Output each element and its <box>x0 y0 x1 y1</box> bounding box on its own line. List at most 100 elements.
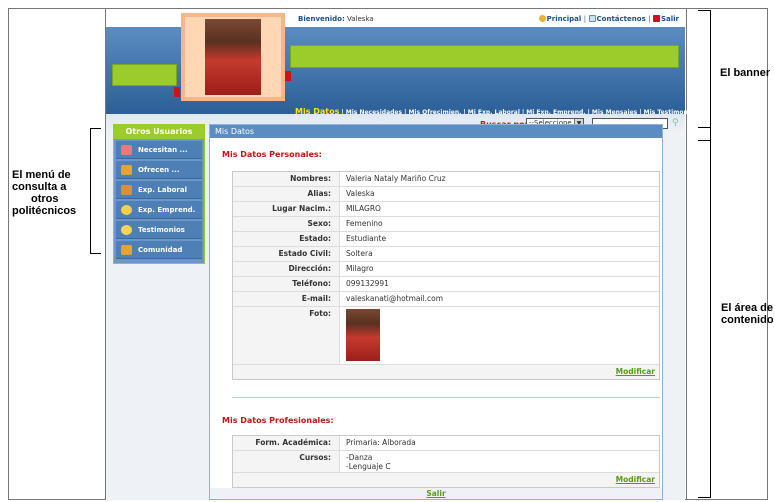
modify-personal-link[interactable]: Modificar <box>616 367 655 376</box>
sidebar-item-label: Exp. Emprend. <box>138 206 196 214</box>
annotation-menu-line: consulta a <box>12 181 67 193</box>
user-photo <box>346 309 380 361</box>
sidebar-item-comunidad[interactable]: Comunidad <box>116 241 202 259</box>
field-value <box>340 307 659 364</box>
field-label: Teléfono: <box>233 277 340 291</box>
table-row: Modificar <box>233 473 659 487</box>
annotation-menu-line: politécnicos <box>12 205 77 217</box>
people-icon <box>121 145 132 155</box>
table-row: Modificar <box>233 365 659 379</box>
welcome-user: Valeska <box>347 15 374 23</box>
table-row: Dirección: Milagro <box>233 262 659 277</box>
table-row: Nombres: Valeria Nataly Mariño Cruz <box>233 172 659 187</box>
personal-data-table: Nombres: Valeria Nataly Mariño Cruz Alias… <box>232 171 660 380</box>
annotation-content-line: El área de <box>721 302 773 314</box>
banner-green-bar-left <box>112 64 177 86</box>
field-value: Primaria: Alborada <box>340 436 659 450</box>
welcome-label: Bienvenido: <box>298 15 345 23</box>
table-row: Lugar Nacim.: MILAGRO <box>233 202 659 217</box>
content-footer: Salir <box>210 488 662 499</box>
annotation-banner: El banner <box>720 67 771 79</box>
speech-icon <box>121 225 132 235</box>
banner-red-accent <box>285 71 291 81</box>
sidebar-item-label: Necesitan ... <box>138 146 188 154</box>
sidebar-item-exp-laboral[interactable]: Exp. Laboral <box>116 181 202 199</box>
sidebar-item-label: Ofrecen ... <box>138 166 180 174</box>
field-label: Sexo: <box>233 217 340 231</box>
field-label: Form. Académica: <box>233 436 340 450</box>
sidebar-item-label: Exp. Laboral <box>138 186 187 194</box>
banner-green-bar-right <box>290 45 679 68</box>
field-label: Estado: <box>233 232 340 246</box>
folder-icon <box>121 185 132 195</box>
field-label: E-mail: <box>233 292 340 306</box>
annotation-menu: El menú de consulta a otros politécnicos <box>12 169 76 217</box>
top-links: Principal | Contáctenos | Salir <box>538 15 679 23</box>
table-row: Teléfono: 099132991 <box>233 277 659 292</box>
exit-link[interactable]: Salir <box>426 489 445 498</box>
link-contactenos[interactable]: Contáctenos <box>597 15 646 23</box>
field-label: Dirección: <box>233 262 340 276</box>
table-row: Estado: Estudiante <box>233 232 659 247</box>
content-bracket <box>698 127 711 498</box>
menu-bracket <box>90 128 101 254</box>
sidebar-item-testimonios[interactable]: Testimonios <box>116 221 202 239</box>
field-value: Milagro <box>340 262 659 276</box>
sidebar-menu: Otros Usuarios Necesitan ... Ofrecen ...… <box>113 124 205 264</box>
table-row: Estado Civil: Soltera <box>233 247 659 262</box>
field-label: Cursos: <box>233 451 340 472</box>
professional-data-table: Form. Académica: Primaria: Alborada Curso… <box>232 435 660 488</box>
table-row: Cursos: -Danza -Lenguaje C <box>233 451 659 473</box>
sidebar-title: Otros Usuarios <box>114 125 204 139</box>
field-label: Alias: <box>233 187 340 201</box>
exit-icon <box>652 15 660 22</box>
link-salir[interactable]: Salir <box>661 15 679 23</box>
annotation-content: El área de contenido <box>721 302 774 326</box>
field-label: Estado Civil: <box>233 247 340 261</box>
web-page: Bienvenido: Valeska Principal | Contácte… <box>106 9 698 500</box>
table-row: Foto: <box>233 307 659 365</box>
content-area: Mis Datos Mis Datos Personales: Nombres:… <box>209 124 663 500</box>
field-value: MILAGRO <box>340 202 659 216</box>
search-icon[interactable]: ⚲ <box>672 118 679 128</box>
sidebar-item-label: Comunidad <box>138 246 183 254</box>
field-label: Foto: <box>233 307 340 364</box>
link-principal[interactable]: Principal <box>547 15 582 23</box>
welcome-text: Bienvenido: Valeska <box>298 15 374 23</box>
table-row: E-mail: valeskanati@hotmail.com <box>233 292 659 307</box>
field-value: -Danza -Lenguaje C <box>340 451 659 472</box>
table-row: Sexo: Femenino <box>233 217 659 232</box>
field-value: valeskanati@hotmail.com <box>340 292 659 306</box>
field-label: Nombres: <box>233 172 340 186</box>
annotation-menu-line: El menú de <box>12 169 71 181</box>
people-icon <box>121 245 132 255</box>
banner-bracket <box>698 10 711 141</box>
content-header: Mis Datos <box>210 125 662 138</box>
field-value: Femenino <box>340 217 659 231</box>
right-divider <box>686 8 687 500</box>
modify-professional-link[interactable]: Modificar <box>616 475 655 484</box>
table-row: Form. Académica: Primaria: Alborada <box>233 436 659 451</box>
field-value: Valeria Nataly Mariño Cruz <box>340 172 659 186</box>
sidebar-item-exp-emprend[interactable]: Exp. Emprend. <box>116 201 202 219</box>
section-divider <box>232 397 660 398</box>
sidebar-item-necesitan[interactable]: Necesitan ... <box>116 141 202 159</box>
people-icon <box>121 165 132 175</box>
field-label: Lugar Nacim.: <box>233 202 340 216</box>
field-value: 099132991 <box>340 277 659 291</box>
annotation-content-line: contenido <box>721 314 774 326</box>
banner-red-accent <box>174 87 180 97</box>
sidebar-item-ofrecen[interactable]: Ofrecen ... <box>116 161 202 179</box>
personal-data-title: Mis Datos Personales: <box>222 150 322 159</box>
field-value: Estudiante <box>340 232 659 246</box>
bulb-icon <box>121 205 132 215</box>
professional-data-title: Mis Datos Profesionales: <box>222 416 334 425</box>
field-value: Valeska <box>340 187 659 201</box>
sidebar-item-label: Testimonios <box>138 226 185 234</box>
field-value: Soltera <box>340 247 659 261</box>
profile-photo <box>205 19 261 95</box>
home-icon <box>538 15 546 22</box>
annotation-menu-line: otros <box>31 193 59 205</box>
profile-photo-frame <box>181 13 285 101</box>
envelope-icon <box>588 15 596 22</box>
